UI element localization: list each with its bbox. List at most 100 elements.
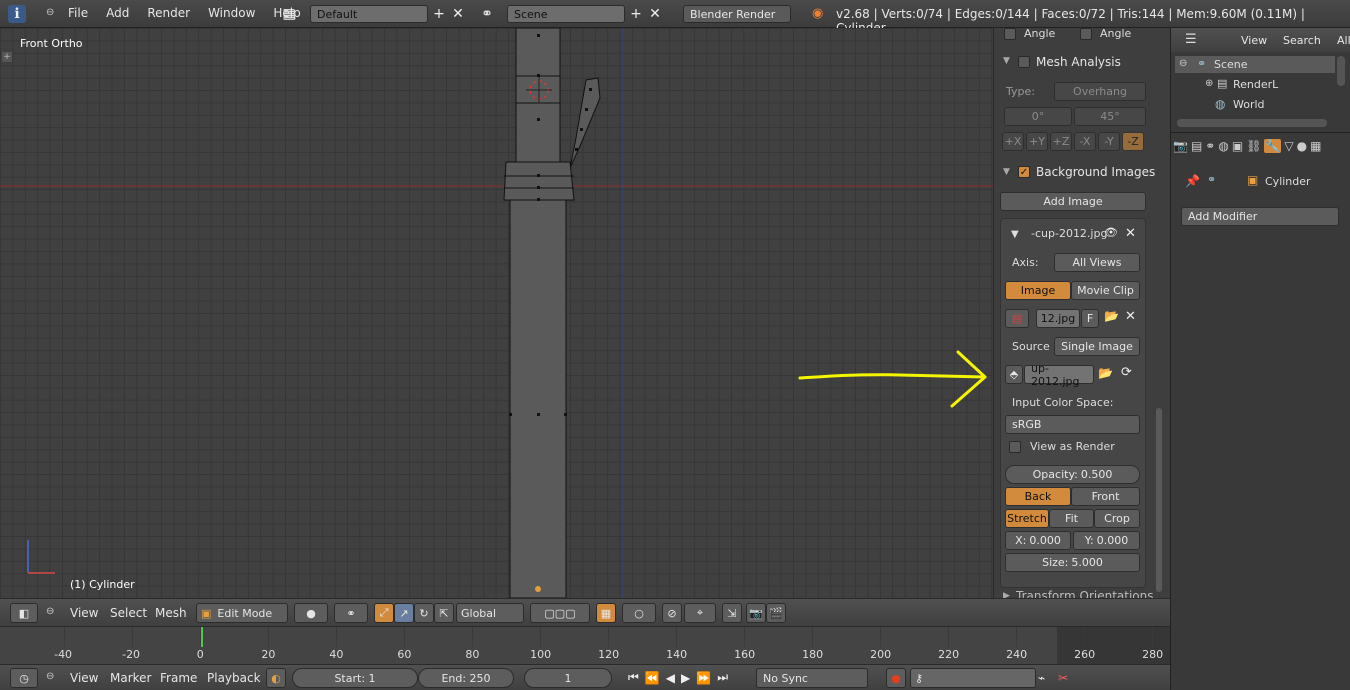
expand-renderlayers-icon[interactable]: ⊕ <box>1205 78 1213 89</box>
data-tab-icon[interactable]: ▽ <box>1284 139 1293 153</box>
scene-tab-icon[interactable]: ⚭ <box>1205 139 1215 153</box>
render-animation-icon[interactable]: 🎬 <box>766 603 786 623</box>
marker-menu[interactable]: Marker <box>110 671 151 685</box>
source-select[interactable]: Single Image <box>1054 337 1140 356</box>
timeline-collapse-icon[interactable]: ⊖ <box>46 671 54 682</box>
render-image-icon[interactable]: 📷 <box>746 603 766 623</box>
axis-neg-x[interactable]: -X <box>1074 132 1096 151</box>
add-image-button[interactable]: Add Image <box>1000 192 1146 211</box>
select-menu[interactable]: Select <box>110 606 147 620</box>
angle-max-field[interactable]: 45° <box>1074 107 1146 126</box>
file-path-field[interactable]: up-2012.jpg <box>1024 362 1094 388</box>
reload-icon[interactable]: ⟳ <box>1121 365 1132 380</box>
insert-keyframe-icon[interactable]: ⌁ <box>1038 671 1045 685</box>
info-editor-icon[interactable]: ℹ <box>8 5 26 23</box>
mesh-analysis-checkbox[interactable] <box>1018 56 1030 68</box>
open-image-icon[interactable]: 📂 <box>1104 309 1119 323</box>
image-datablock-field[interactable]: 12.jpg <box>1036 309 1080 328</box>
layers-button-group[interactable]: ▢▢▢ <box>530 603 590 623</box>
type-select[interactable]: Overhang <box>1054 82 1146 101</box>
auto-keyframe-record-icon[interactable]: ● <box>886 668 906 688</box>
3d-viewport[interactable]: + <box>0 28 993 598</box>
constraints-tab-icon[interactable]: ⛓ <box>1246 139 1261 153</box>
offset-y-field[interactable]: Y: 0.000 <box>1073 531 1140 550</box>
eye-icon[interactable]: 👁 <box>1104 226 1118 239</box>
tab-movie-clip[interactable]: Movie Clip <box>1071 281 1140 300</box>
scene-icon[interactable]: ⚭ <box>478 5 496 23</box>
browse-file-icon[interactable]: 📂 <box>1098 366 1113 380</box>
menu-file[interactable]: File <box>68 6 88 20</box>
sync-mode-select[interactable]: No Sync <box>756 668 868 688</box>
pin-icon[interactable]: 📌 <box>1185 174 1200 188</box>
view-menu[interactable]: View <box>70 606 98 620</box>
render-engine-select[interactable]: Blender Render <box>683 5 791 23</box>
render-tab-icon[interactable]: 📷 <box>1173 139 1188 153</box>
remove-bg-image-icon[interactable]: ✕ <box>1125 226 1136 241</box>
menu-window[interactable]: Window <box>208 6 255 20</box>
crop-button[interactable]: Crop <box>1094 509 1140 528</box>
outliner-vscrollbar[interactable] <box>1337 56 1345 86</box>
size-field[interactable]: Size: 5.000 <box>1005 553 1140 572</box>
layers-tab-icon[interactable]: ▤ <box>1191 139 1202 153</box>
axis-pos-z[interactable]: +Z <box>1050 132 1072 151</box>
proportional-edit-select[interactable]: ○ <box>622 603 656 623</box>
world-tab-icon[interactable]: ◍ <box>1218 139 1228 153</box>
snap-element-select[interactable]: ⌖ <box>684 603 716 623</box>
bg-image-expand-icon[interactable]: ▼ <box>1011 229 1019 240</box>
play-reverse-icon[interactable]: ◀ <box>666 671 675 685</box>
back-button[interactable]: Back <box>1005 487 1071 506</box>
axis-neg-z[interactable]: -Z <box>1122 132 1144 151</box>
layout-field[interactable]: Default <box>310 5 428 23</box>
front-button[interactable]: Front <box>1071 487 1140 506</box>
collapse-scene-icon[interactable]: ⊖ <box>1179 58 1187 69</box>
timeline[interactable]: -40 -20 0 20 40 60 80 100 120 140 160 180 200 220 240 2… <box>0 626 1170 665</box>
rotate-manipulator-icon[interactable]: ↻ <box>414 603 434 623</box>
jump-start-icon[interactable]: ⏮ <box>628 670 639 685</box>
preview-range-icon[interactable]: ◐ <box>266 668 286 688</box>
limit-selection-icon[interactable]: ▦ <box>596 603 616 623</box>
texture-tab-icon[interactable]: ▦ <box>1310 139 1321 153</box>
start-frame-field[interactable]: Start: 1 <box>292 668 418 688</box>
mesh-analysis-expand-icon[interactable]: ▼ <box>1003 56 1010 66</box>
snap-toggle-icon[interactable]: ⊘ <box>662 603 682 623</box>
timeline-editor-type-icon[interactable]: ◷ <box>10 668 38 688</box>
manipulator-toggle[interactable]: ⤢ <box>374 603 394 623</box>
axis-neg-y[interactable]: -Y <box>1098 132 1120 151</box>
outliner-view-menu[interactable]: View <box>1241 34 1267 47</box>
bg-images-expand-icon[interactable]: ▼ <box>1003 167 1010 177</box>
axis-pos-x[interactable]: +X <box>1002 132 1024 151</box>
timeline-view-menu[interactable]: View <box>70 671 98 685</box>
fake-user-button[interactable]: F <box>1081 309 1099 328</box>
outliner-all-scenes[interactable]: All <box>1337 34 1350 47</box>
keying-set-field[interactable]: ⚷ <box>910 668 1036 688</box>
scale-manipulator-icon[interactable]: ⇱ <box>434 603 454 623</box>
mode-select[interactable]: ▣ Edit Mode <box>196 603 288 623</box>
color-space-select[interactable]: sRGB <box>1005 415 1140 434</box>
axis-select[interactable]: All Views <box>1054 253 1140 272</box>
file-package-icon[interactable]: ⬘ <box>1005 365 1023 384</box>
collapse-icon[interactable]: ⊖ <box>46 7 54 18</box>
menu-add[interactable]: Add <box>106 6 129 20</box>
add-modifier-select[interactable]: Add Modifier <box>1181 207 1339 226</box>
frame-menu[interactable]: Frame <box>160 671 197 685</box>
orientation-select[interactable]: Global <box>456 603 524 623</box>
unlink-image-icon[interactable]: ✕ <box>1125 309 1136 324</box>
mesh-menu[interactable]: Mesh <box>155 606 187 620</box>
angle-checkbox-1[interactable] <box>1004 28 1016 40</box>
translate-manipulator-icon[interactable]: ↗ <box>394 603 414 623</box>
playback-menu[interactable]: Playback <box>207 671 261 685</box>
end-frame-field[interactable]: End: 250 <box>418 668 514 688</box>
add-scene-icon[interactable]: + <box>627 5 645 23</box>
play-icon[interactable]: ▶ <box>681 671 690 685</box>
outliner-editor-icon[interactable]: ☰ <box>1185 32 1197 47</box>
pivot-point-select[interactable]: ⚭ <box>334 603 368 623</box>
viewport-shading-select[interactable]: ● <box>294 603 328 623</box>
fit-button[interactable]: Fit <box>1049 509 1094 528</box>
material-tab-icon[interactable]: ● <box>1297 139 1307 153</box>
tab-image[interactable]: Image <box>1005 281 1071 300</box>
current-frame-field[interactable]: 1 <box>524 668 612 688</box>
add-layout-icon[interactable]: + <box>430 5 448 23</box>
offset-x-field[interactable]: X: 0.000 <box>1005 531 1071 550</box>
scene-field[interactable]: Scene <box>507 5 625 23</box>
screen-layout-icon[interactable]: ▦ <box>280 5 298 23</box>
